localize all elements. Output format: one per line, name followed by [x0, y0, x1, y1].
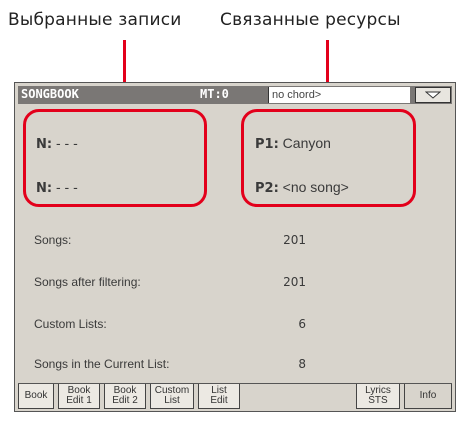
caption-selected-records: Выбранные записи	[8, 10, 182, 30]
resource-p1[interactable]: P1: Canyon	[255, 135, 331, 152]
stat-filtered-value: 201	[283, 275, 306, 289]
caption-linked-resources: Связанные ресурсы	[220, 10, 401, 30]
record-n2-value: - - -	[55, 179, 78, 195]
page-title: SONGBOOK	[21, 87, 79, 101]
tab-info[interactable]: Info	[404, 384, 452, 409]
tab-list-edit[interactable]: List Edit	[198, 384, 240, 409]
record-n1-value: - - -	[55, 135, 78, 151]
resource-p1-value: Canyon	[282, 135, 331, 151]
stat-songs-label: Songs:	[34, 233, 72, 247]
songbook-screen: SONGBOOK MT:0 no chord> N: - - - N: - - …	[14, 82, 456, 412]
tab-book-edit-1[interactable]: Book Edit 1	[58, 384, 100, 409]
chord-display: no chord>	[268, 87, 410, 103]
record-n2: N: - - -	[36, 179, 78, 196]
tab-book-edit-2[interactable]: Book Edit 2	[104, 384, 146, 409]
stat-current-list-value: 8	[298, 357, 306, 371]
info-area: N: - - - N: - - - P1: Canyon P2: <no son…	[18, 107, 452, 385]
stat-custom-lists-label: Custom Lists:	[34, 317, 107, 331]
resource-p2-label: P2:	[255, 181, 279, 196]
stat-current-list-label: Songs in the Current List:	[34, 357, 170, 371]
record-n1-label: N:	[36, 137, 53, 152]
resource-p1-label: P1:	[255, 137, 279, 152]
resource-p2[interactable]: P2: <no song>	[255, 179, 349, 196]
page-menu-button[interactable]	[415, 87, 451, 103]
tab-lyrics-sts[interactable]: Lyrics STS	[356, 384, 400, 409]
triangle-down-icon	[425, 91, 441, 99]
record-n1: N: - - -	[36, 135, 78, 152]
stat-filtered-label: Songs after filtering:	[34, 275, 141, 289]
stat-custom-lists-value: 6	[298, 317, 306, 331]
header-bar: SONGBOOK MT:0 no chord>	[18, 86, 452, 104]
tab-book[interactable]: Book	[18, 384, 54, 409]
record-n2-label: N:	[36, 181, 53, 196]
resource-p2-value: <no song>	[282, 179, 349, 195]
mt-indicator: MT:0	[200, 87, 229, 101]
tab-custom-list[interactable]: Custom List	[150, 384, 194, 409]
stat-songs-value: 201	[283, 233, 306, 247]
tab-bar: Book Book Edit 1 Book Edit 2 Custom List…	[18, 383, 452, 410]
